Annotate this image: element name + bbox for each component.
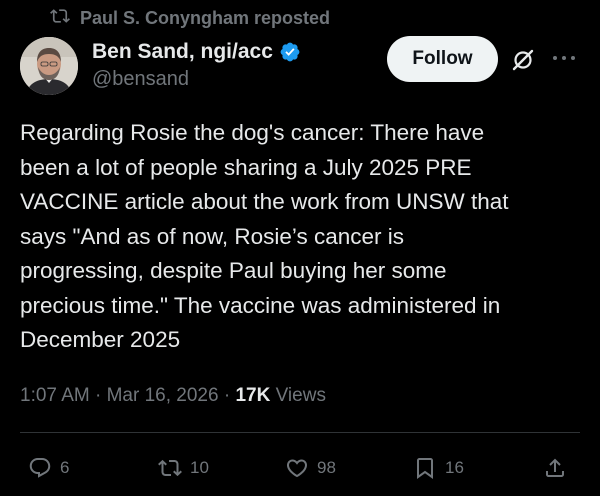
bookmark-icon — [413, 456, 437, 480]
reply-button[interactable]: 6 — [28, 448, 69, 488]
tweet-date[interactable]: Mar 16, 2026 — [107, 385, 219, 407]
avatar[interactable] — [20, 37, 78, 95]
repost-icon — [158, 456, 182, 480]
verified-badge-icon[interactable] — [279, 41, 301, 63]
heart-icon — [285, 456, 309, 480]
views-label: Views — [270, 385, 326, 406]
follow-button[interactable]: Follow — [387, 36, 498, 82]
repost-button[interactable]: 10 — [158, 448, 209, 488]
meta-separator: · — [89, 385, 107, 406]
repost-indicator[interactable]: Paul S. Conyngham reposted — [50, 6, 330, 30]
author-handle[interactable]: @bensand — [92, 68, 189, 91]
share-icon — [543, 456, 567, 480]
reply-count: 6 — [60, 458, 70, 477]
share-button[interactable] — [543, 448, 567, 488]
grok-icon[interactable] — [510, 47, 536, 73]
repost-text: Paul S. Conyngham reposted — [80, 7, 331, 28]
divider — [20, 432, 580, 433]
action-bar: 6 10 98 16 — [0, 448, 600, 488]
tweet-text: Regarding Rosie the dog's cancer: There … — [20, 120, 509, 352]
like-button[interactable]: 98 — [285, 448, 336, 488]
bookmark-button[interactable]: 16 — [413, 448, 464, 488]
views-count[interactable]: 17K — [235, 385, 270, 407]
bookmark-count: 16 — [445, 458, 464, 477]
tweet-meta: 1:07 AM · Mar 16, 2026 · 17K Views — [20, 382, 326, 410]
repost-icon — [50, 6, 70, 31]
repost-count: 10 — [190, 458, 209, 477]
more-icon[interactable] — [550, 51, 578, 65]
author-name-row[interactable]: Ben Sand, ngi/acc — [92, 40, 301, 64]
tweet-card: Paul S. Conyngham reposted Ben Sand, ngi… — [0, 0, 600, 496]
reply-icon — [28, 456, 52, 480]
tweet-time[interactable]: 1:07 AM — [20, 385, 90, 407]
like-count: 98 — [317, 458, 336, 477]
author-display-name[interactable]: Ben Sand, ngi/acc — [92, 40, 273, 64]
meta-separator: · — [218, 385, 236, 406]
